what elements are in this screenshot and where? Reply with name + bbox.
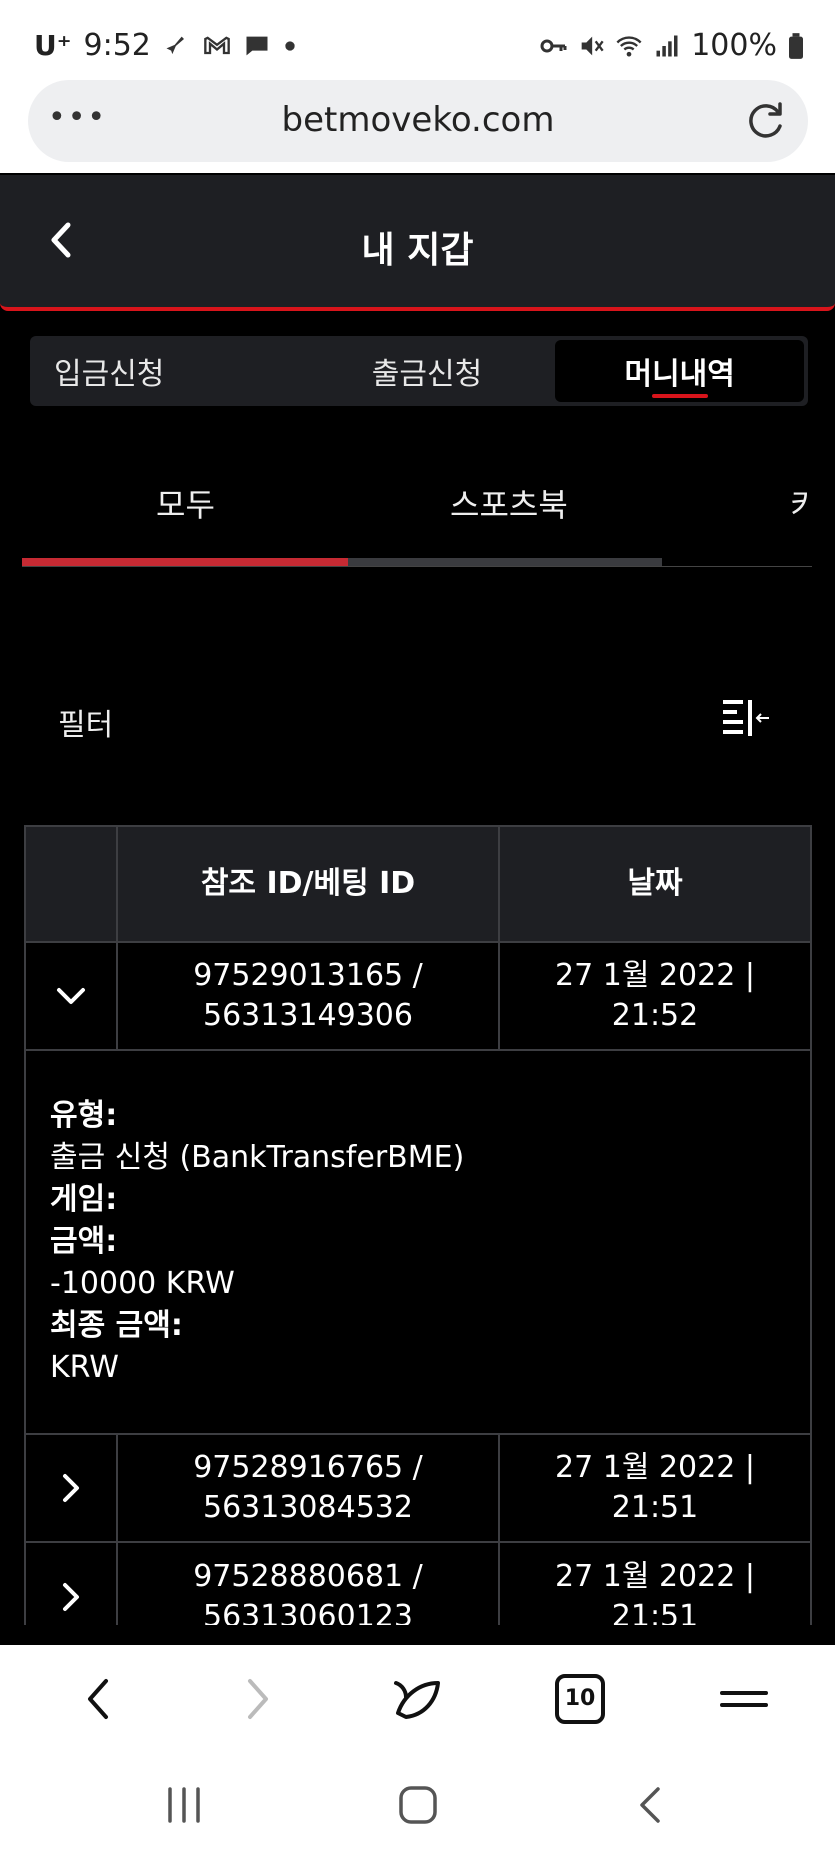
browser-back-icon[interactable]: [70, 1669, 130, 1729]
carrier-label: U⁺: [34, 29, 72, 62]
browser-toolbar: ••• betmoveko.com: [0, 80, 835, 173]
battery-percent: 100%: [691, 28, 777, 63]
bet-id: 56313149306: [203, 998, 413, 1033]
category-tabs: 모두 스포츠북 키: [22, 470, 812, 550]
reference-id: 97528880681 /: [193, 1559, 423, 1594]
reference-id-cell: 97528916765 / 56313084532: [118, 1435, 500, 1541]
recent-apps-icon[interactable]: [162, 1783, 206, 1827]
tab-label: 머니내역: [624, 357, 735, 392]
whale-browser-icon[interactable]: [388, 1669, 448, 1729]
wallet-tabs: 입금신청 출금신청 머니내역: [30, 336, 808, 406]
header-cell-expand: [26, 827, 118, 941]
tab-count: 10: [555, 1674, 605, 1724]
reload-icon[interactable]: [736, 92, 794, 150]
type-label: 유형:: [50, 1098, 118, 1133]
money-history-table: 참조 ID/베팅 ID 날짜 97529013165 / 56313149306…: [24, 825, 812, 1653]
chevron-down-icon[interactable]: [51, 976, 91, 1016]
status-left: U⁺ 9:52: [34, 28, 297, 63]
active-tab-indicator: [651, 394, 708, 398]
type-value: 출금 신청 (BankTransferBME): [50, 1140, 465, 1175]
expand-cell[interactable]: [26, 1435, 118, 1541]
subtab-sportsbook[interactable]: 스포츠북: [450, 480, 568, 526]
final-amount-value: KRW: [50, 1350, 119, 1385]
game-label: 게임:: [50, 1182, 118, 1217]
filter-label[interactable]: 필터: [58, 700, 113, 744]
menu-icon[interactable]: [714, 1669, 774, 1729]
reference-id: 97529013165 /: [193, 958, 423, 993]
browser-bottom-nav: 10: [0, 1645, 835, 1753]
chevron-right-icon[interactable]: [51, 1468, 91, 1508]
filter-icon[interactable]: [717, 696, 777, 744]
battery-icon: [789, 32, 803, 59]
key-icon: [540, 39, 567, 52]
dot-icon: [285, 40, 295, 51]
browser-forward-icon[interactable]: [226, 1669, 286, 1729]
message-icon: [246, 36, 268, 55]
date-cell: 27 1월 2022 | 21:52: [500, 943, 810, 1049]
amount-value: -10000 KRW: [50, 1266, 235, 1301]
app-header: 내 지갑: [0, 175, 835, 311]
tab-deposit-request[interactable]: 입금신청: [30, 336, 303, 406]
system-nav-bar: [0, 1753, 835, 1856]
time-text: 21:52: [611, 998, 699, 1033]
date-text: 27 1월 2022 |: [555, 958, 755, 993]
date-cell: 27 1월 2022 | 21:51: [500, 1435, 810, 1541]
table-row[interactable]: 97528916765 / 56313084532 27 1월 2022 | 2…: [26, 1435, 810, 1543]
flight-icon: [166, 36, 184, 54]
tab-money-history[interactable]: 머니내역: [555, 340, 805, 402]
transaction-details: 유형: 출금 신청 (BankTransferBME) 게임: 금액: -100…: [26, 1051, 810, 1435]
status-right: 100%: [539, 28, 805, 63]
amount-label: 금액:: [50, 1224, 118, 1259]
url-text[interactable]: betmoveko.com: [28, 100, 808, 140]
chevron-right-icon[interactable]: [51, 1577, 91, 1617]
active-subtab-indicator: [22, 558, 348, 566]
date-text: 27 1월 2022 |: [555, 1559, 755, 1594]
tab-withdraw-request[interactable]: 출금신청: [303, 336, 552, 406]
status-bar: U⁺ 9:52 100%: [0, 0, 835, 80]
reference-id-cell: 97529013165 / 56313149306: [118, 943, 500, 1049]
tab-label: 출금신청: [371, 357, 483, 392]
home-icon[interactable]: [396, 1783, 440, 1827]
clock: 9:52: [83, 28, 151, 63]
signal-icon: [656, 35, 678, 56]
mute-icon: [581, 36, 604, 55]
bet-id: 56313084532: [203, 1490, 413, 1525]
final-amount-label: 최종 금액:: [50, 1308, 183, 1343]
subtab-all[interactable]: 모두: [156, 480, 215, 526]
system-back-icon[interactable]: [630, 1783, 674, 1827]
reference-id: 97528916765 /: [193, 1450, 423, 1485]
time-text: 21:51: [611, 1490, 699, 1525]
header-cell-date: 날짜: [627, 866, 683, 901]
subtab-casino[interactable]: 키: [790, 480, 812, 526]
tabs-button[interactable]: 10: [555, 1674, 615, 1734]
table-header-row: 참조 ID/베팅 ID 날짜: [26, 827, 810, 943]
page-title: 내 지갑: [361, 230, 474, 271]
scroll-clip: [0, 1625, 835, 1645]
tab-label: 입금신청: [54, 357, 165, 392]
date-text: 27 1월 2022 |: [555, 1450, 755, 1485]
wifi-icon: [616, 35, 642, 56]
expand-cell[interactable]: [26, 943, 118, 1049]
gmail-icon: [204, 35, 230, 54]
address-bar[interactable]: ••• betmoveko.com: [28, 80, 808, 162]
header-cell-reference-id: 참조 ID/베팅 ID: [118, 827, 500, 941]
table-row[interactable]: 97529013165 / 56313149306 27 1월 2022 | 2…: [26, 943, 810, 1051]
